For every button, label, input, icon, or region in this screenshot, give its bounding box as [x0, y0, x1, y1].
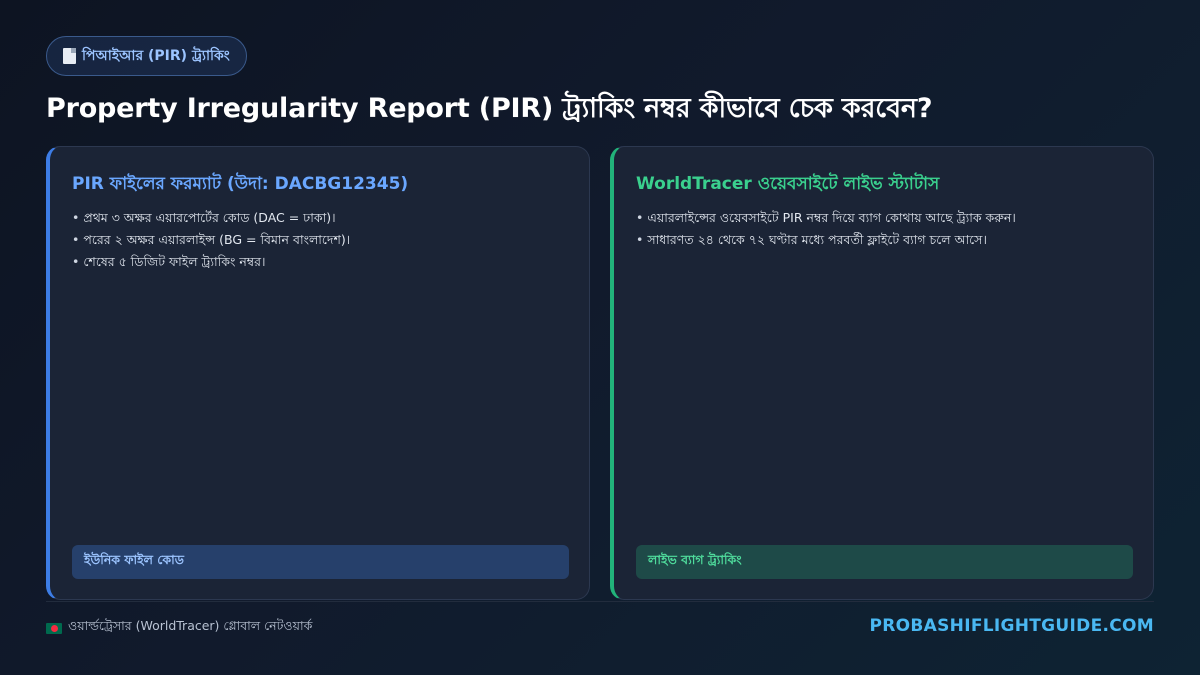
- tracking-card-title: WorldTracer ওয়েবসাইটে লাইভ স্ট্যাটাস: [636, 174, 940, 194]
- bangladesh-flag-icon: [46, 622, 62, 634]
- page-title: Property Irregularity Report (PIR) ট্র্য…: [46, 93, 933, 124]
- tracking-card-tag: লাইভ ব্যাগ ট্র্যাকিং: [636, 545, 1133, 579]
- list-item: পরের ২ অক্ষর এয়ারলাইন্স (BG = বিমান বাং…: [72, 229, 573, 251]
- list-item: সাধারণত ২৪ থেকে ৭২ ঘণ্টার মধ্যে পরবর্তী …: [636, 229, 1137, 251]
- format-card: PIR ফাইলের ফরম্যাট (উদা: DACBG12345) প্র…: [46, 146, 590, 600]
- topic-badge-label: পিআইআর (PIR) ট্র্যাকিং: [82, 48, 230, 64]
- footer-divider: [46, 601, 1154, 602]
- format-card-title: PIR ফাইলের ফরম্যাট (উদা: DACBG12345): [72, 174, 409, 194]
- footer-network: ওয়ার্ল্ডট্রেসার (WorldTracer) গ্লোবাল ন…: [46, 618, 312, 638]
- format-card-tag: ইউনিক ফাইল কোড: [72, 545, 569, 579]
- list-item: এয়ারলাইন্সের ওয়েবসাইটে PIR নম্বর দিয়ে…: [636, 207, 1137, 229]
- list-item: শেষের ৫ ডিজিট ফাইল ট্র্যাকিং নম্বর।: [72, 251, 573, 273]
- format-card-list: প্রথম ৩ অক্ষর এয়ারপোর্টের কোড (DAC = ঢা…: [72, 207, 573, 273]
- brand-website: PROBASHIFLIGHTGUIDE.COM: [869, 616, 1154, 636]
- document-icon: [63, 48, 76, 64]
- list-item: প্রথম ৩ অক্ষর এয়ারপোর্টের কোড (DAC = ঢা…: [72, 207, 573, 229]
- tracking-card-list: এয়ারলাইন্সের ওয়েবসাইটে PIR নম্বর দিয়ে…: [636, 207, 1137, 251]
- footer-network-label: ওয়ার্ল্ডট্রেসার (WorldTracer) গ্লোবাল ন…: [68, 618, 313, 633]
- tracking-card: WorldTracer ওয়েবসাইটে লাইভ স্ট্যাটাস এয…: [610, 146, 1154, 600]
- topic-badge: পিআইআর (PIR) ট্র্যাকিং: [46, 36, 247, 76]
